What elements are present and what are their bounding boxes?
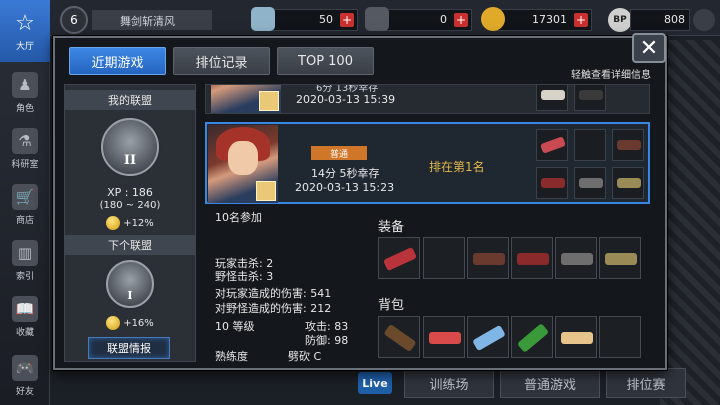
equipment-slot[interactable] [555, 237, 597, 279]
item-slot [536, 129, 568, 161]
item-slot [574, 167, 606, 199]
item-slot [574, 85, 606, 111]
match-card-selected[interactable]: 普通 14分 5秒幸存 2020-03-13 15:23 排在第1名 [205, 122, 650, 204]
player-damage: 对玩家造成的伤害: 541 [215, 287, 332, 300]
equipment-slot[interactable] [378, 237, 420, 279]
equipment-slot[interactable] [599, 237, 641, 279]
character-portrait [211, 85, 281, 113]
character-level: 10 等级 [215, 320, 255, 333]
nav-friends[interactable]: 🎮 好友 [0, 345, 50, 405]
mode-tag: 普通 [311, 146, 367, 160]
league-badge-icon: II [101, 118, 159, 176]
survival-time: 14分 5秒幸存 [311, 167, 380, 180]
backpack-label: 背包 [378, 298, 405, 313]
live-button[interactable]: Live [358, 372, 392, 394]
ticket-icon [365, 7, 389, 31]
training-button[interactable]: 训练场 [404, 368, 494, 398]
player-name: 舞剑斩清风 [92, 10, 212, 30]
add-coins-button[interactable]: + [574, 13, 588, 27]
nav-shop[interactable]: 🛒 商店 [0, 174, 50, 236]
item-slot [612, 167, 644, 199]
add-gems-button[interactable]: + [340, 13, 354, 27]
backpack-slot[interactable] [423, 316, 465, 358]
placement-rank: 排在第1名 [429, 160, 485, 174]
bp-value: 808 [630, 9, 690, 31]
equipment-slot[interactable] [423, 237, 465, 279]
coin-icon [106, 216, 121, 230]
my-league-title: 我的联盟 [64, 90, 196, 110]
background-scenery [660, 40, 720, 405]
monster-damage: 对野怪造成的伤害: 212 [215, 302, 332, 315]
nav-lobby[interactable]: ☆ 大厅 [0, 0, 50, 62]
backpack-slot[interactable] [555, 316, 597, 358]
resource-coins: 17301 + [481, 7, 592, 31]
next-league-title: 下个联盟 [64, 235, 196, 255]
nav-research[interactable]: ⚗ 科研室 [0, 118, 50, 180]
normal-game-button[interactable]: 普通游戏 [500, 368, 600, 398]
item-slot [574, 129, 606, 161]
match-date: 2020-03-13 15:39 [296, 93, 396, 106]
backpack-slot[interactable] [378, 316, 420, 358]
monster-kills: 野怪击杀: 3 [215, 270, 274, 283]
proficiency-label: 熟练度 [215, 350, 248, 363]
character-portrait [208, 125, 278, 203]
nav-index[interactable]: ▥ 索引 [0, 230, 50, 292]
bp-icon: BP [608, 8, 632, 32]
weapon-icon [259, 91, 279, 111]
tab-ranked-records[interactable]: 排位记录 [173, 47, 270, 75]
star-icon: ☆ [15, 10, 35, 36]
bp-add-button[interactable] [693, 9, 715, 31]
equipment-label: 装备 [378, 220, 405, 235]
nav-character[interactable]: ♟ 角色 [0, 62, 50, 124]
item-slot [536, 85, 568, 111]
league-info-button[interactable]: 联盟情报 [88, 337, 170, 359]
equipment-slot[interactable] [467, 237, 509, 279]
tab-top-100[interactable]: TOP 100 [277, 47, 374, 75]
coin-icon [106, 316, 121, 330]
player-level: 6 [60, 6, 88, 34]
tab-recent-games[interactable]: 近期游戏 [69, 47, 166, 75]
next-bonus: +16% [64, 316, 196, 330]
close-icon[interactable]: ✕ [632, 33, 666, 63]
collection-icon: 📖 [12, 296, 38, 322]
my-bonus: +12% [64, 216, 196, 230]
match-card[interactable]: 6分 13秒幸存 2020-03-13 15:39 [205, 84, 650, 114]
proficiency-value: 劈砍 C [288, 350, 322, 363]
research-icon: ⚗ [12, 128, 38, 154]
cart-icon: 🛒 [12, 184, 38, 210]
item-slot [536, 167, 568, 199]
character-icon: ♟ [12, 72, 38, 98]
defense-stat: 防御: 98 [305, 334, 349, 347]
weapon-icon [256, 181, 276, 201]
ranked-button[interactable]: 排位赛 [606, 368, 686, 398]
nav-collection[interactable]: 📖 收藏 [0, 286, 50, 348]
xp-value: XP : 186 [107, 186, 153, 199]
gem-icon [251, 7, 275, 31]
backpack-slot[interactable] [511, 316, 553, 358]
equipment-slot[interactable] [511, 237, 553, 279]
match-date: 2020-03-13 15:23 [295, 181, 395, 194]
item-slot [612, 129, 644, 161]
gamepad-icon: 🎮 [12, 355, 38, 381]
add-tickets-button[interactable]: + [454, 13, 468, 27]
backpack-slot[interactable] [599, 316, 641, 358]
resource-tickets: 0 + [365, 7, 472, 31]
resource-gems: 50 + [251, 7, 358, 31]
tap-hint: 轻触查看详细信息 [571, 70, 651, 81]
participants-count: 10名参加 [215, 211, 262, 224]
next-league-badge-icon: I [106, 260, 154, 308]
backpack-slot[interactable] [467, 316, 509, 358]
book-index-icon: ▥ [12, 240, 38, 266]
coin-icon [481, 7, 505, 31]
xp-range: (180 ~ 240) [99, 200, 161, 211]
